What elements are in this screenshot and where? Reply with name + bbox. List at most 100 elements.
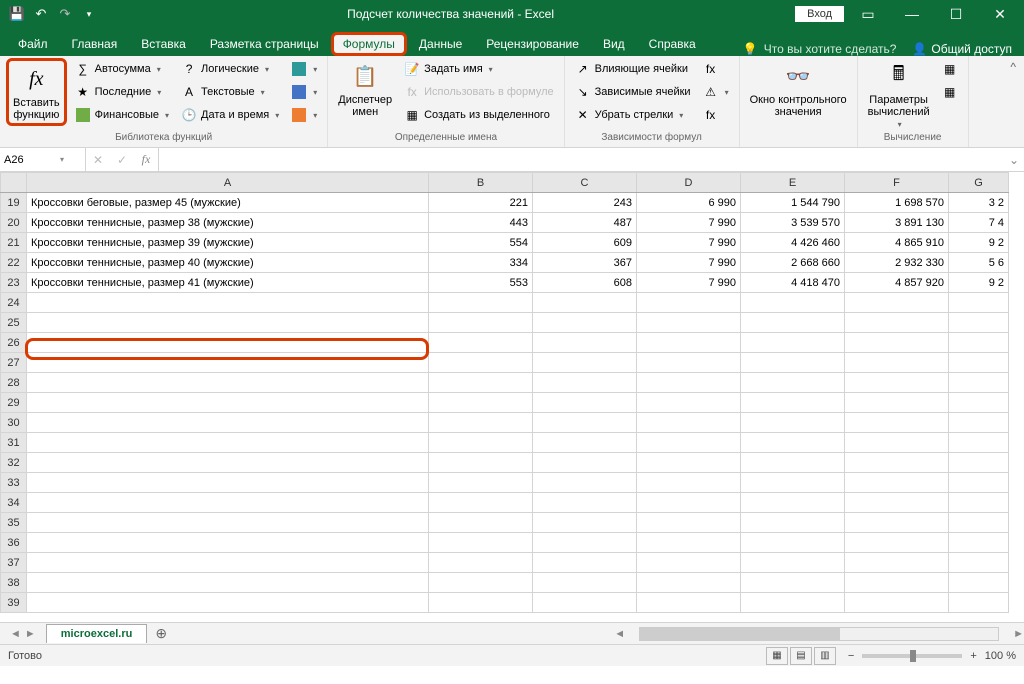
sheet-nav-next-icon[interactable]: ► <box>25 628 36 640</box>
cell[interactable] <box>637 413 741 433</box>
col-header[interactable]: E <box>741 173 845 193</box>
cell[interactable]: Кроссовки теннисные, размер 40 (мужские) <box>27 253 429 273</box>
cell[interactable] <box>637 313 741 333</box>
add-sheet-icon[interactable]: ⊕ <box>147 625 175 642</box>
cell[interactable]: 2 668 660 <box>741 253 845 273</box>
cell[interactable] <box>533 593 637 613</box>
row-header[interactable]: 38 <box>1 573 27 593</box>
column-headers[interactable]: A B C D E F G <box>1 173 1009 193</box>
share-button[interactable]: 👤 Общий доступ <box>912 42 1012 56</box>
cell[interactable] <box>27 313 429 333</box>
expand-formula-bar-icon[interactable]: ⌄ <box>1004 148 1024 171</box>
sheet-tab[interactable]: microexcel.ru <box>46 624 148 643</box>
financial-button[interactable]: Финансовые <box>71 104 173 126</box>
cell[interactable]: Кроссовки беговые, размер 45 (мужские) <box>27 193 429 213</box>
zoom-out-icon[interactable]: − <box>848 650 854 662</box>
cell[interactable] <box>845 413 949 433</box>
fx-button-icon[interactable]: fx <box>134 152 158 167</box>
remove-arrows-button[interactable]: ✕Убрать стрелки <box>571 104 695 126</box>
table-row[interactable]: 24 <box>1 293 1009 313</box>
hscroll-thumb[interactable] <box>640 628 840 640</box>
cell[interactable] <box>949 353 1009 373</box>
tab-layout[interactable]: Разметка страницы <box>198 32 331 56</box>
row-header[interactable]: 33 <box>1 473 27 493</box>
trace-dependents-button[interactable]: ↘Зависимые ячейки <box>571 81 695 103</box>
col-header[interactable]: F <box>845 173 949 193</box>
cell[interactable] <box>429 593 533 613</box>
error-check-button[interactable]: ⚠ <box>699 81 733 103</box>
cell[interactable] <box>27 573 429 593</box>
tab-insert[interactable]: Вставка <box>129 32 198 56</box>
cell[interactable] <box>429 413 533 433</box>
cell[interactable] <box>949 293 1009 313</box>
cell[interactable] <box>429 533 533 553</box>
cell[interactable] <box>845 293 949 313</box>
row-header[interactable]: 39 <box>1 593 27 613</box>
text-button[interactable]: AТекстовые <box>177 81 283 103</box>
table-row[interactable]: 38 <box>1 573 1009 593</box>
logical-button[interactable]: ?Логические <box>177 58 283 80</box>
row-header[interactable]: 28 <box>1 373 27 393</box>
cell[interactable]: 553 <box>429 273 533 293</box>
qat-dropdown-icon[interactable]: ▾ <box>80 5 98 23</box>
row-header[interactable]: 25 <box>1 313 27 333</box>
cell[interactable] <box>741 433 845 453</box>
formula-input[interactable] <box>159 148 1004 171</box>
sheet-nav-prev-icon[interactable]: ◄ <box>10 628 21 640</box>
cell[interactable] <box>533 473 637 493</box>
cell[interactable]: 2 932 330 <box>845 253 949 273</box>
tab-help[interactable]: Справка <box>637 32 708 56</box>
hscroll-right-icon[interactable]: ► <box>1013 628 1024 640</box>
watch-window-button[interactable]: 👓 Окно контрольного значения <box>746 58 851 120</box>
col-header[interactable]: A <box>27 173 429 193</box>
table-row[interactable]: 21 Кроссовки теннисные, размер 39 (мужск… <box>1 233 1009 253</box>
row-header[interactable]: 19 <box>1 193 27 213</box>
cell[interactable] <box>949 513 1009 533</box>
cell[interactable] <box>637 293 741 313</box>
cell[interactable] <box>949 393 1009 413</box>
cell[interactable] <box>949 453 1009 473</box>
table-row[interactable]: 23 Кроссовки теннисные, размер 41 (мужск… <box>1 273 1009 293</box>
cell[interactable] <box>637 513 741 533</box>
cell[interactable]: 7 990 <box>637 253 741 273</box>
table-row[interactable]: 20 Кроссовки теннисные, размер 38 (мужск… <box>1 213 1009 233</box>
row-header[interactable]: 20 <box>1 213 27 233</box>
cell[interactable] <box>637 393 741 413</box>
row-header[interactable]: 31 <box>1 433 27 453</box>
cell[interactable] <box>845 533 949 553</box>
tab-formulas[interactable]: Формулы <box>331 32 407 56</box>
recent-button[interactable]: ★Последние <box>71 81 173 103</box>
cell[interactable] <box>27 513 429 533</box>
row-header[interactable]: 22 <box>1 253 27 273</box>
row-header[interactable]: 24 <box>1 293 27 313</box>
cell[interactable]: 7 4 <box>949 213 1009 233</box>
cell[interactable]: 554 <box>429 233 533 253</box>
insert-function-button[interactable]: fx Вставить функцию <box>6 58 67 126</box>
cell[interactable] <box>429 393 533 413</box>
name-box-input[interactable] <box>4 154 60 166</box>
cell[interactable] <box>27 433 429 453</box>
table-row[interactable]: 27 <box>1 353 1009 373</box>
cell[interactable] <box>949 593 1009 613</box>
row-header[interactable]: 26 <box>1 333 27 353</box>
cell[interactable] <box>741 553 845 573</box>
tell-me-search[interactable]: 💡 Что вы хотите сделать? <box>743 42 897 56</box>
table-row[interactable]: 28 <box>1 373 1009 393</box>
cell[interactable] <box>845 333 949 353</box>
cell[interactable] <box>949 373 1009 393</box>
cell[interactable]: 1 544 790 <box>741 193 845 213</box>
cell[interactable] <box>637 333 741 353</box>
cell[interactable] <box>845 433 949 453</box>
col-header[interactable]: G <box>949 173 1009 193</box>
calc-options-button[interactable]: 🖩 Параметры вычислений <box>864 58 934 131</box>
close-icon[interactable]: ✕ <box>980 0 1020 28</box>
table-row[interactable]: 37 <box>1 553 1009 573</box>
cell[interactable] <box>429 293 533 313</box>
cell[interactable] <box>741 593 845 613</box>
cell[interactable]: Кроссовки теннисные, размер 41 (мужские) <box>27 273 429 293</box>
show-formulas-button[interactable]: fx <box>699 58 733 80</box>
cell[interactable]: 221 <box>429 193 533 213</box>
view-normal-icon[interactable]: ▦ <box>766 647 788 665</box>
cell[interactable] <box>533 413 637 433</box>
table-row[interactable]: 26 <box>1 333 1009 353</box>
